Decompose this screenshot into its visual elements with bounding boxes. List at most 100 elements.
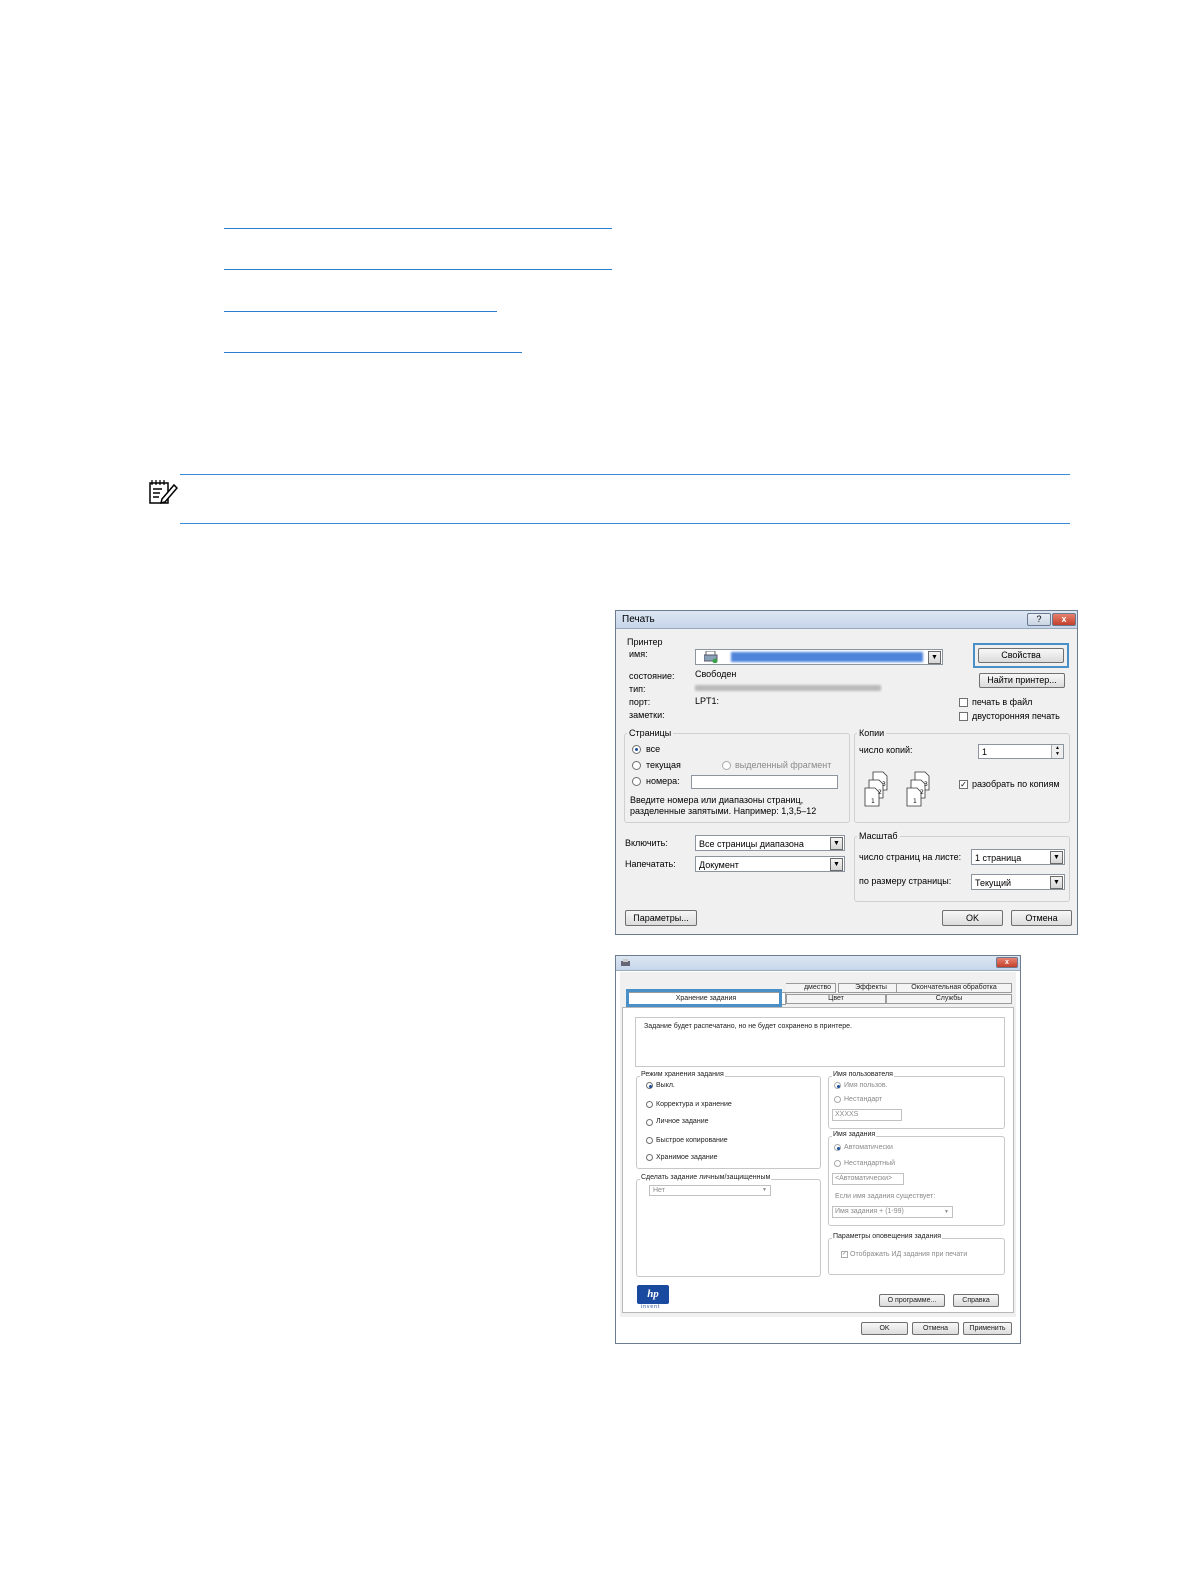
toc-link-2[interactable]: [224, 269, 612, 270]
note-bottom-rule: [180, 523, 1070, 524]
mode-proof-radio[interactable]: [646, 1101, 653, 1108]
port-value: LPT1:: [695, 696, 720, 706]
name-label: имя:: [629, 649, 648, 659]
printer-group-label: Принтер: [627, 637, 663, 647]
chevron-down-icon[interactable]: ▼: [928, 651, 941, 664]
description-text: Задание будет распечатано, но не будет с…: [644, 1023, 852, 1030]
collate-checkbox[interactable]: ✓: [959, 780, 968, 789]
private-group-label: Сделать задание личным/защищенным: [640, 1174, 772, 1181]
tab-effects[interactable]: Эффекты: [838, 983, 904, 993]
properties-titlebar: x: [616, 956, 1020, 971]
pages-group-label: Страницы: [627, 728, 674, 738]
svg-text:2: 2: [878, 789, 882, 796]
toc-link-1[interactable]: [224, 228, 612, 229]
duplex-checkbox[interactable]: [959, 712, 968, 721]
about-button[interactable]: О программе...: [879, 1294, 945, 1307]
pages-per-sheet-select[interactable]: 1 страница ▼: [971, 849, 1065, 865]
selection-radio[interactable]: [722, 761, 731, 770]
type-label: тип:: [629, 684, 646, 694]
all-pages-label: все: [646, 744, 661, 754]
note-top-rule: [180, 474, 1070, 475]
page-numbers-input[interactable]: [691, 775, 838, 789]
svg-text:3: 3: [924, 781, 928, 788]
user-custom-radio[interactable]: [834, 1096, 841, 1103]
printer-name-blurred: [731, 652, 923, 662]
help-button[interactable]: ?: [1027, 613, 1051, 626]
job-auto-label: Автоматически: [844, 1144, 893, 1151]
all-pages-radio[interactable]: [632, 745, 641, 754]
description-box: Задание будет распечатано, но не будет с…: [635, 1017, 1005, 1067]
duplex-label: двусторонняя печать: [972, 711, 1060, 721]
find-printer-button[interactable]: Найти принтер...: [979, 673, 1065, 688]
hp-logo: hp invent: [637, 1285, 669, 1311]
mode-personal-label: Личное задание: [656, 1118, 709, 1125]
status-label: состояние:: [629, 671, 675, 681]
pages-per-sheet-label: число страниц на листе:: [859, 852, 962, 862]
chevron-down-icon[interactable]: ▼: [830, 858, 843, 871]
svg-text:1: 1: [871, 798, 875, 805]
tab-services[interactable]: Службы: [886, 994, 1012, 1004]
close-button[interactable]: x: [1052, 613, 1076, 626]
current-page-label: текущая: [646, 760, 681, 770]
notify-group-label: Параметры оповещения задания: [832, 1233, 943, 1240]
properties-button[interactable]: Свойства: [978, 648, 1064, 663]
user-default-radio[interactable]: [834, 1082, 841, 1089]
mode-stored-radio[interactable]: [646, 1154, 653, 1161]
printer-icon: [704, 651, 718, 663]
private-select[interactable]: Нет ▼: [649, 1185, 771, 1196]
job-input[interactable]: <Автоматически>: [832, 1173, 904, 1185]
tab-color[interactable]: Цвет: [786, 994, 886, 1004]
toc-link-4[interactable]: [224, 352, 522, 353]
printer-name-select[interactable]: ▼: [695, 649, 943, 665]
pages-hint-line2: разделенные запятыми. Например: 1,3,5–12: [630, 806, 817, 816]
cancel-button[interactable]: Отмена: [912, 1322, 959, 1335]
ok-button[interactable]: OK: [861, 1322, 908, 1335]
include-select[interactable]: Все страницы диапазона ▼: [695, 835, 845, 851]
copies-label: число копий:: [859, 745, 913, 755]
scale-to-label: по размеру страницы:: [859, 876, 952, 886]
mode-personal-radio[interactable]: [646, 1119, 653, 1126]
job-custom-label: Нестандартный: [844, 1160, 896, 1167]
hp-invent-text: invent: [641, 1304, 661, 1310]
chevron-down-icon[interactable]: ▼: [1050, 851, 1063, 864]
copies-input[interactable]: 1 ▲ ▼: [978, 744, 1064, 759]
job-value: <Автоматически>: [835, 1175, 893, 1182]
print-to-file-checkbox[interactable]: [959, 698, 968, 707]
print-what-value: Документ: [699, 860, 739, 870]
ok-button[interactable]: OK: [942, 910, 1003, 926]
copies-value: 1: [982, 747, 988, 757]
user-input[interactable]: XXXXS: [832, 1109, 902, 1121]
close-button[interactable]: x: [996, 957, 1018, 968]
print-what-select[interactable]: Документ ▼: [695, 856, 845, 872]
current-page-radio[interactable]: [632, 761, 641, 770]
mode-quick-radio[interactable]: [646, 1137, 653, 1144]
chevron-down-icon[interactable]: ▼: [830, 837, 843, 850]
toc-link-3[interactable]: [224, 311, 497, 312]
notify-label: Отображать ИД задания при печати: [850, 1251, 968, 1258]
tab-partial[interactable]: дмество: [786, 983, 836, 993]
job-auto-radio[interactable]: [834, 1144, 841, 1151]
exists-select[interactable]: Имя задания + (1-99) ▼: [832, 1206, 953, 1218]
copies-spinner[interactable]: ▲ ▼: [1051, 745, 1063, 758]
print-dialog-title: Печать: [622, 614, 655, 625]
mode-proof-label: Корректура и хранение: [656, 1101, 732, 1108]
printer-type-blurred: [695, 685, 881, 691]
options-button[interactable]: Параметры...: [625, 910, 697, 926]
notify-checkbox[interactable]: ✓: [841, 1251, 848, 1258]
pages-hint-line1: Введите номера или диапазоны страниц,: [630, 795, 804, 805]
chevron-down-icon: ▼: [762, 1187, 767, 1193]
notes-label: заметки:: [629, 710, 665, 720]
print-dialog-titlebar: Печать ? x: [616, 611, 1077, 629]
help-button[interactable]: Справка: [953, 1294, 999, 1307]
scale-to-select[interactable]: Текущий ▼: [971, 874, 1065, 890]
exists-value: Имя задания + (1-99): [835, 1208, 904, 1215]
apply-button[interactable]: Применить: [963, 1322, 1012, 1335]
chevron-down-icon[interactable]: ▼: [1050, 876, 1063, 889]
tab-finishing[interactable]: Окончательная обработка: [896, 983, 1012, 993]
properties-dialog: x дмество Эффекты Окончательная обработк…: [615, 955, 1021, 1344]
job-custom-radio[interactable]: [834, 1160, 841, 1167]
page-numbers-radio[interactable]: [632, 777, 641, 786]
mode-off-radio[interactable]: [646, 1082, 653, 1089]
hp-logo-badge: hp: [637, 1285, 669, 1304]
cancel-button[interactable]: Отмена: [1011, 910, 1072, 926]
